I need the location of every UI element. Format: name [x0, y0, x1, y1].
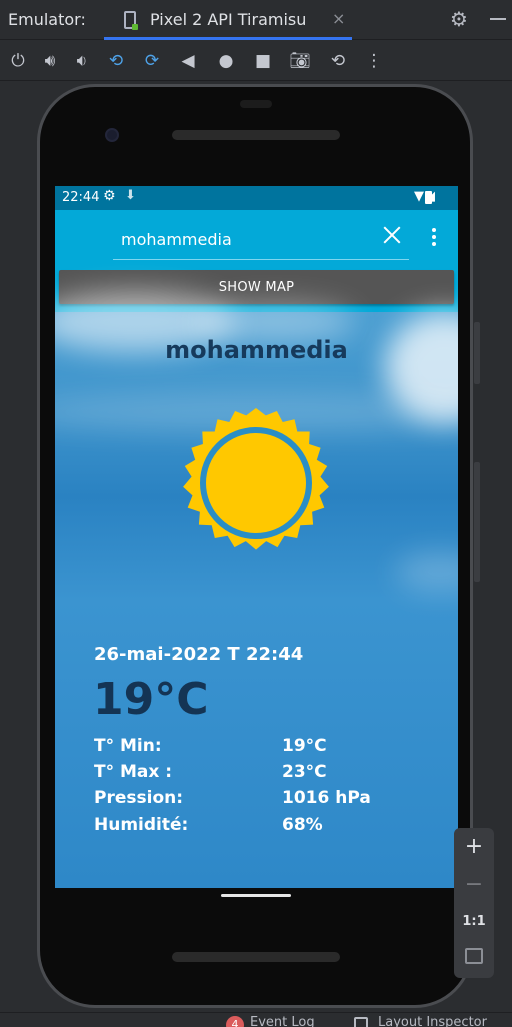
phone-sensor: [240, 100, 272, 108]
detail-label: T° Max :: [94, 762, 173, 782]
home-icon[interactable]: ●: [214, 49, 238, 73]
zoom-fit-icon[interactable]: [465, 948, 483, 964]
event-log-badge: 4: [226, 1016, 244, 1027]
power-icon[interactable]: ⏻: [6, 49, 30, 73]
settings-gear-icon[interactable]: ⚙: [450, 7, 468, 31]
layout-inspector-tab[interactable]: Layout Inspector: [378, 1015, 487, 1027]
emulator-title: Emulator:: [8, 10, 86, 29]
event-log-tab[interactable]: Event Log: [250, 1015, 315, 1027]
back-icon[interactable]: ◀: [176, 49, 200, 73]
rotate-left-icon[interactable]: ⟲: [104, 49, 128, 73]
detail-value: 19°C: [282, 736, 327, 756]
status-bar: 22:44 ⚙ ⬇ ▼◢: [55, 186, 458, 210]
tab-close-icon[interactable]: ×: [332, 9, 345, 28]
front-camera: [105, 128, 119, 142]
volume-down-icon[interactable]: 🔉︎: [70, 49, 94, 73]
battery-icon: [425, 191, 432, 204]
more-icon[interactable]: ⋮: [362, 49, 386, 73]
sun-weather-icon: [183, 408, 329, 550]
detail-label: Pression:: [94, 788, 184, 808]
zoom-out-button[interactable]: −: [454, 872, 494, 897]
rotate-right-icon[interactable]: ⟳: [140, 49, 164, 73]
snapshot-icon[interactable]: ⟲: [326, 49, 350, 73]
device-tab-label: Pixel 2 API Tiramisu: [150, 10, 307, 29]
emulator-toolbar: ⏻ 🔊︎ 🔉︎ ⟲ ⟳ ◀ ● ■ 📷︎ ⟲ ⋮: [0, 41, 512, 81]
overview-icon[interactable]: ■: [251, 49, 275, 73]
overflow-menu-icon[interactable]: [431, 228, 437, 248]
tool-window-bar: 4 Event Log Layout Inspector: [0, 1012, 512, 1027]
zoom-control: + − 1:1: [454, 828, 494, 978]
weather-panel: mohammedia 26-mai-2022 T 22:44 19°C T° M…: [55, 292, 458, 888]
cloud-decoration: [395, 552, 458, 592]
detail-label: Humidité:: [94, 815, 189, 835]
observation-date: 26-mai-2022 T 22:44: [94, 644, 304, 665]
phone-speaker-bottom: [172, 952, 340, 962]
zoom-in-button[interactable]: +: [454, 834, 494, 859]
detail-label: T° Min:: [94, 736, 162, 756]
status-time: 22:44: [62, 190, 100, 205]
volume-up-icon[interactable]: 🔊︎: [38, 49, 62, 73]
phone-side-button[interactable]: [474, 322, 480, 384]
zoom-actual-size-button[interactable]: 1:1: [454, 914, 494, 929]
device-tab[interactable]: Pixel 2 API Tiramisu ×: [104, 0, 352, 40]
download-status-icon: ⬇: [125, 188, 136, 203]
current-temperature: 19°C: [93, 674, 209, 725]
camera-icon[interactable]: 📷︎: [288, 49, 312, 73]
minimize-icon[interactable]: [490, 18, 506, 20]
device-icon: [124, 11, 138, 30]
phone-volume-button[interactable]: [474, 462, 480, 582]
clear-search-icon[interactable]: [381, 224, 403, 246]
device-screen: 22:44 ⚙ ⬇ ▼◢ SHOW MAP mohammedia 26-mai-…: [55, 186, 458, 888]
settings-status-icon: ⚙: [103, 188, 116, 204]
ide-title-bar: Emulator: Pixel 2 API Tiramisu × ⚙: [0, 0, 512, 40]
detail-value: 23°C: [282, 762, 327, 782]
detail-value: 68%: [282, 815, 323, 835]
layout-inspector-icon: [354, 1017, 368, 1027]
app-bar: [55, 210, 458, 266]
city-search-input[interactable]: [113, 220, 409, 260]
city-name: mohammedia: [165, 336, 348, 364]
phone-speaker-top: [172, 130, 340, 140]
detail-value: 1016 hPa: [282, 788, 371, 808]
gesture-nav-handle[interactable]: [221, 894, 291, 897]
